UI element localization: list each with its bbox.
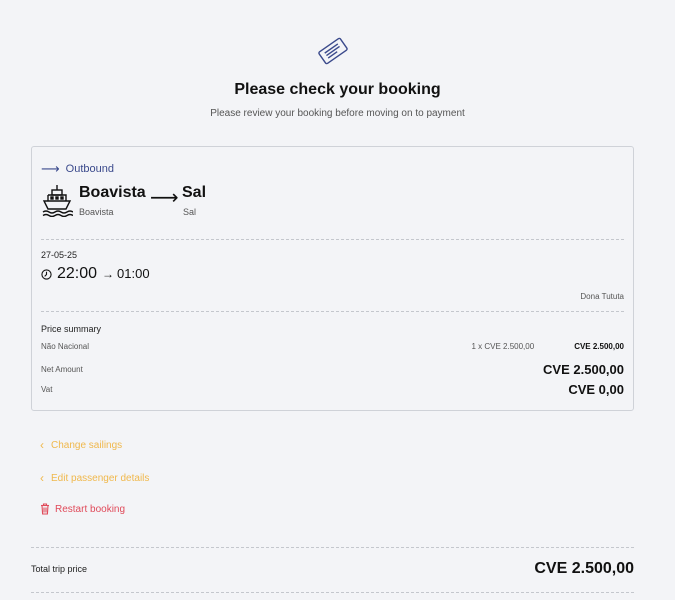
destination-port: Sal [183, 207, 197, 217]
net-amount-row: Net Amount CVE 2.500,00 [41, 362, 624, 377]
fare-row: Não Nacional 1 x CVE 2.500,00 CVE 2.500,… [41, 342, 624, 351]
sailing-times: 22:00 → 01:00 [41, 265, 150, 283]
sailing-date: 27-05-25 [41, 250, 78, 260]
vat-row: Vat CVE 0,00 [41, 382, 624, 397]
fare-label: Não Nacional [41, 342, 90, 351]
route-arrow-icon: ⟶ [150, 187, 179, 209]
net-amount-value: CVE 2.500,00 [543, 362, 624, 377]
divider [31, 592, 634, 593]
restart-booking-label: Restart booking [55, 503, 126, 515]
edit-passenger-label: Edit passenger details [51, 472, 150, 484]
chevron-left-icon: ‹ [40, 471, 44, 485]
page-subtitle: Please review your booking before moving… [210, 108, 465, 119]
time-arrow-icon: → [102, 267, 115, 281]
outbound-label: ⟶ Outbound [41, 161, 114, 177]
origin-port: Boavista [79, 207, 114, 217]
price-summary-heading: Price summary [41, 324, 102, 334]
net-amount-label: Net Amount [41, 365, 83, 374]
vat-value: CVE 0,00 [568, 382, 624, 397]
change-sailings-label: Change sailings [51, 439, 123, 451]
fare-amount: CVE 2.500,00 [574, 342, 624, 351]
booking-review-page: Please check your booking Please review … [0, 0, 675, 600]
clock-icon [41, 268, 52, 280]
divider [31, 547, 634, 548]
vat-label: Vat [41, 385, 53, 394]
divider [41, 239, 624, 240]
direction-text: Outbound [65, 163, 114, 175]
total-price-label: Total trip price [31, 564, 88, 574]
destination-city: Sal [182, 184, 207, 201]
change-sailings-link[interactable]: ‹ Change sailings [40, 438, 122, 452]
divider [41, 311, 624, 312]
chevron-left-icon: ‹ [40, 438, 44, 452]
trash-icon [41, 503, 49, 515]
origin-city: Boavista [79, 184, 146, 201]
page-title: Please check your booking [234, 81, 441, 98]
ticket-icon [318, 37, 348, 65]
departure-time: 22:00 [57, 265, 98, 282]
restart-booking-link[interactable]: Restart booking [40, 503, 125, 515]
arrow-right-icon: ⟶ [41, 161, 60, 176]
arrival-time: 01:00 [117, 266, 150, 281]
vessel-name: Dona Tututa [580, 292, 624, 301]
edit-passenger-link[interactable]: ‹ Edit passenger details [40, 471, 149, 485]
fare-quantity: 1 x CVE 2.500,00 [471, 342, 535, 351]
total-price-value: CVE 2.500,00 [534, 560, 634, 577]
ship-icon [42, 185, 73, 217]
booking-card: ⟶ Outbound Boavista Boavista ⟶ Sal Sal 2… [31, 146, 634, 411]
